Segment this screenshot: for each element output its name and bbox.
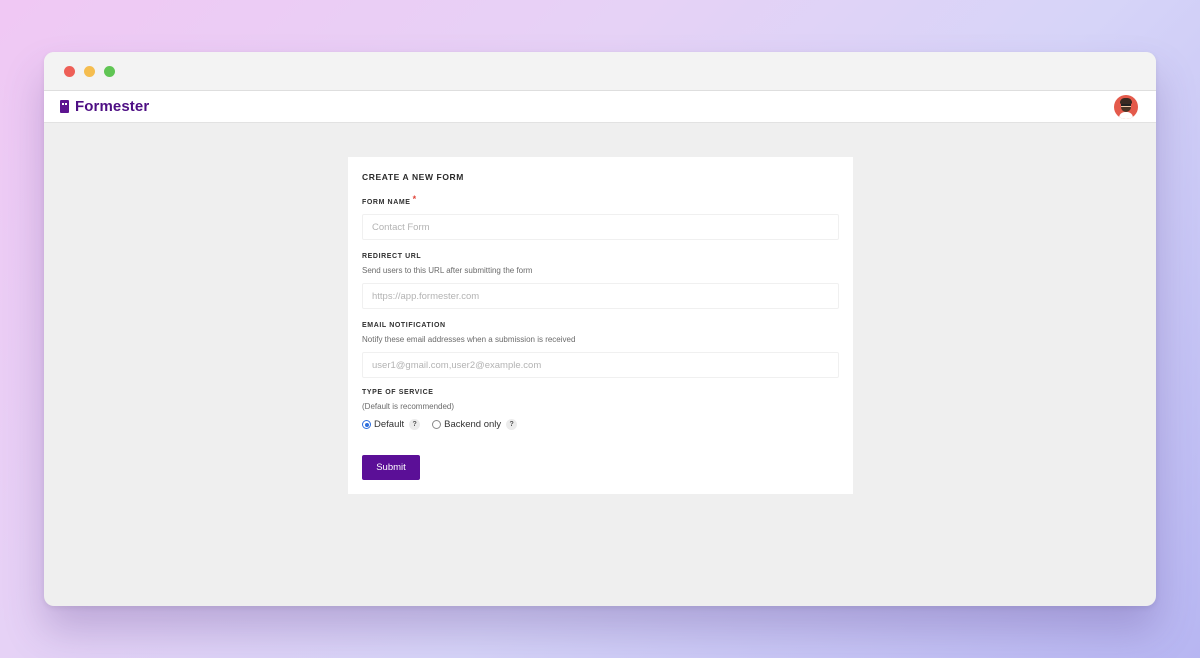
email-notification-input[interactable] — [362, 352, 839, 378]
help-icon[interactable]: ? — [506, 419, 518, 430]
form-name-input[interactable] — [362, 214, 839, 240]
required-marker: * — [412, 194, 417, 204]
app-header: Formester — [44, 91, 1156, 123]
email-notification-help: Notify these email addresses when a subm… — [362, 335, 576, 344]
service-type-label: TYPE OF SERVICE — [362, 389, 434, 396]
user-avatar[interactable] — [1114, 94, 1138, 119]
formester-logo-icon — [60, 100, 69, 113]
service-type-radio-group: Default ? Backend only ? — [362, 419, 518, 430]
window-titlebar — [44, 52, 1156, 91]
brand-logo[interactable]: Formester — [60, 98, 149, 115]
redirect-url-input[interactable] — [362, 283, 839, 309]
form-name-label: FORM NAME * — [362, 194, 417, 206]
help-icon[interactable]: ? — [409, 419, 421, 430]
close-window-button[interactable] — [64, 65, 75, 77]
maximize-window-button[interactable] — [104, 65, 115, 77]
radio-default-label: Default — [374, 419, 405, 430]
create-form-card: CREATE A NEW FORM FORM NAME* REDIRECT UR… — [348, 157, 853, 494]
radio-default[interactable]: Default ? — [362, 419, 421, 430]
redirect-url-help: Send users to this URL after submitting … — [362, 266, 533, 275]
email-notification-label: EMAIL NOTIFICATION — [362, 322, 446, 329]
minimize-window-button[interactable] — [84, 65, 95, 77]
radio-default-button[interactable] — [362, 420, 371, 429]
redirect-url-label: REDIRECT URL — [362, 253, 422, 260]
submit-button[interactable]: Submit — [362, 455, 420, 480]
card-title: CREATE A NEW FORM — [362, 172, 464, 182]
brand-name: Formester — [75, 98, 150, 115]
radio-backend-only[interactable]: Backend only ? — [432, 419, 518, 430]
browser-window: Formester CREATE A NEW FORM FORM NAME* R… — [44, 52, 1156, 606]
radio-backend-only-label: Backend only — [444, 419, 502, 430]
service-type-help: (Default is recommended) — [362, 402, 455, 411]
radio-backend-only-button[interactable] — [432, 420, 442, 429]
